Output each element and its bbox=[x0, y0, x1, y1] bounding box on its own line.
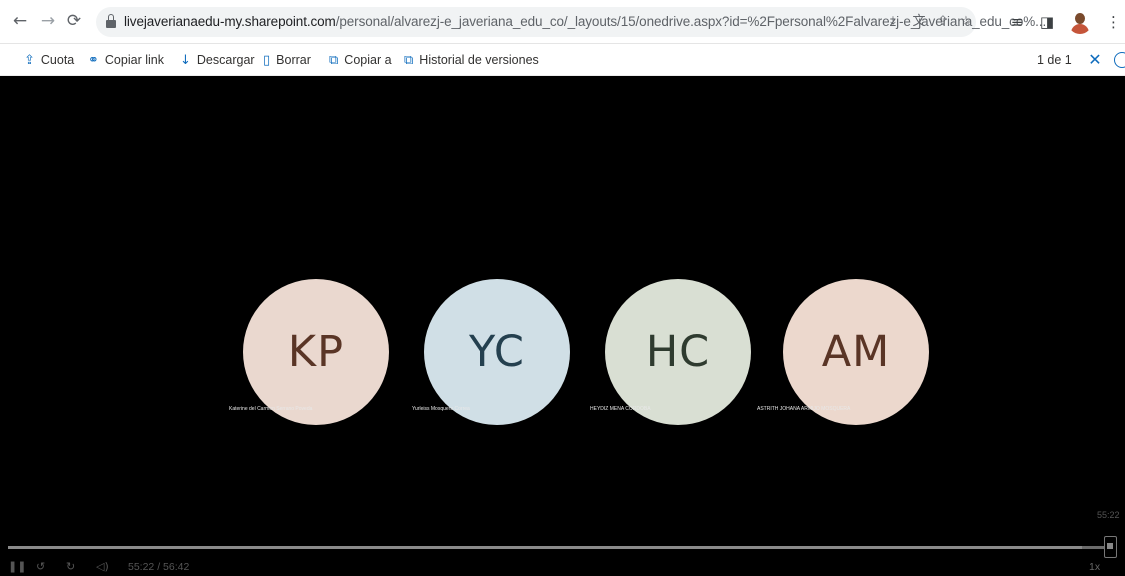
participant-name: HEYDIZ MENA CORDOBA bbox=[590, 406, 651, 412]
rewind-10-icon[interactable]: ↺ bbox=[36, 559, 52, 575]
delete-label: Borrar bbox=[276, 53, 311, 67]
copy-icon: ⧉ bbox=[329, 52, 339, 68]
progress-fill bbox=[8, 546, 1082, 549]
participant-avatar: YC bbox=[424, 279, 570, 425]
browser-toolbar: ← → ⟳ livejaverianaedu-my.sharepoint.com… bbox=[0, 0, 1125, 44]
share-icon[interactable]: ⇪ bbox=[934, 13, 952, 31]
url-text[interactable]: livejaverianaedu-my.sharepoint.com/perso… bbox=[124, 14, 1046, 29]
participant-tile: YC bbox=[424, 279, 570, 425]
close-icon[interactable]: ✕ bbox=[1084, 49, 1106, 71]
share-label: Cuota bbox=[40, 53, 75, 67]
share-button[interactable]: ⇪ Cuota bbox=[24, 44, 74, 76]
participant-avatar: KP bbox=[243, 279, 389, 425]
participant-name: Yurleiss Mosquera Correa bbox=[412, 406, 470, 412]
copy-link-label: Copiar link bbox=[104, 53, 164, 67]
copy-link-button[interactable]: ⚭ Copiar link bbox=[88, 44, 164, 76]
menu-icon[interactable]: ⋮ bbox=[1106, 11, 1121, 33]
playback-speed-button[interactable]: 1x bbox=[1089, 561, 1100, 573]
participant-tile: HC bbox=[605, 279, 751, 425]
copy-to-label: Copiar a bbox=[344, 53, 392, 67]
star-icon[interactable]: ☆ bbox=[957, 13, 975, 31]
address-bar[interactable]: livejaverianaedu-my.sharepoint.com/perso… bbox=[96, 7, 1046, 37]
participant-avatar: AM bbox=[783, 279, 929, 425]
link-icon: ⚭ bbox=[88, 52, 99, 68]
participant-name: Katerine del Carmen Serrano Poveda bbox=[229, 406, 313, 412]
participant-tile: KP bbox=[243, 279, 389, 425]
hover-time-label: 55:22 bbox=[1097, 510, 1120, 520]
command-bar: ⇪ Cuota ⚭ Copiar link ↓ Descargar ▯ Borr… bbox=[0, 44, 1125, 76]
url-host: livejaverianaedu-my.sharepoint.com bbox=[124, 14, 336, 29]
time-display: 55:22 / 56:42 bbox=[128, 561, 190, 573]
volume-icon[interactable]: ◁) bbox=[96, 559, 114, 575]
download-button[interactable]: ↓ Descargar bbox=[180, 44, 255, 76]
participant-tile: AM bbox=[783, 279, 929, 425]
reload-icon[interactable]: ⟳ bbox=[64, 11, 84, 31]
share-icon: ⇪ bbox=[24, 52, 35, 68]
version-history-label: Historial de versiones bbox=[419, 53, 539, 67]
download-label: Descargar bbox=[196, 53, 255, 67]
back-icon[interactable]: ← bbox=[10, 11, 30, 31]
lock-icon[interactable] bbox=[106, 14, 116, 28]
forward-icon[interactable]: → bbox=[38, 11, 58, 31]
side-panel-icon[interactable]: ◨ bbox=[1036, 11, 1058, 33]
history-icon: ⧉ bbox=[404, 52, 414, 68]
participant-avatar: HC bbox=[605, 279, 751, 425]
progress-bar[interactable] bbox=[8, 546, 1108, 549]
avatar[interactable] bbox=[1068, 10, 1092, 34]
progress-handle[interactable] bbox=[1104, 536, 1117, 558]
reading-list-icon[interactable]: ≡ bbox=[1006, 11, 1028, 33]
download-icon: ↓ bbox=[180, 52, 191, 68]
video-player[interactable]: KP YC HC AM Katerine del Carmen Serrano … bbox=[0, 76, 1125, 576]
copy-to-button[interactable]: ⧉ Copiar a bbox=[329, 44, 392, 76]
page: ← → ⟳ livejaverianaedu-my.sharepoint.com… bbox=[0, 0, 1125, 576]
info-icon[interactable] bbox=[1114, 52, 1125, 68]
install-app-icon[interactable]: ⤓ bbox=[884, 13, 902, 31]
file-counter: 1 de 1 bbox=[1037, 53, 1072, 67]
delete-button[interactable]: ▯ Borrar bbox=[263, 44, 311, 76]
trash-icon: ▯ bbox=[263, 52, 271, 68]
forward-10-icon[interactable]: ↻ bbox=[66, 559, 82, 575]
play-pause-icon[interactable]: ❚❚ bbox=[8, 559, 26, 575]
translate-icon[interactable]: 文 bbox=[910, 13, 928, 31]
participant-name: ASTRITH JOHANA ARMIJO MOSQUERA bbox=[757, 406, 851, 412]
version-history-button[interactable]: ⧉ Historial de versiones bbox=[404, 44, 539, 76]
